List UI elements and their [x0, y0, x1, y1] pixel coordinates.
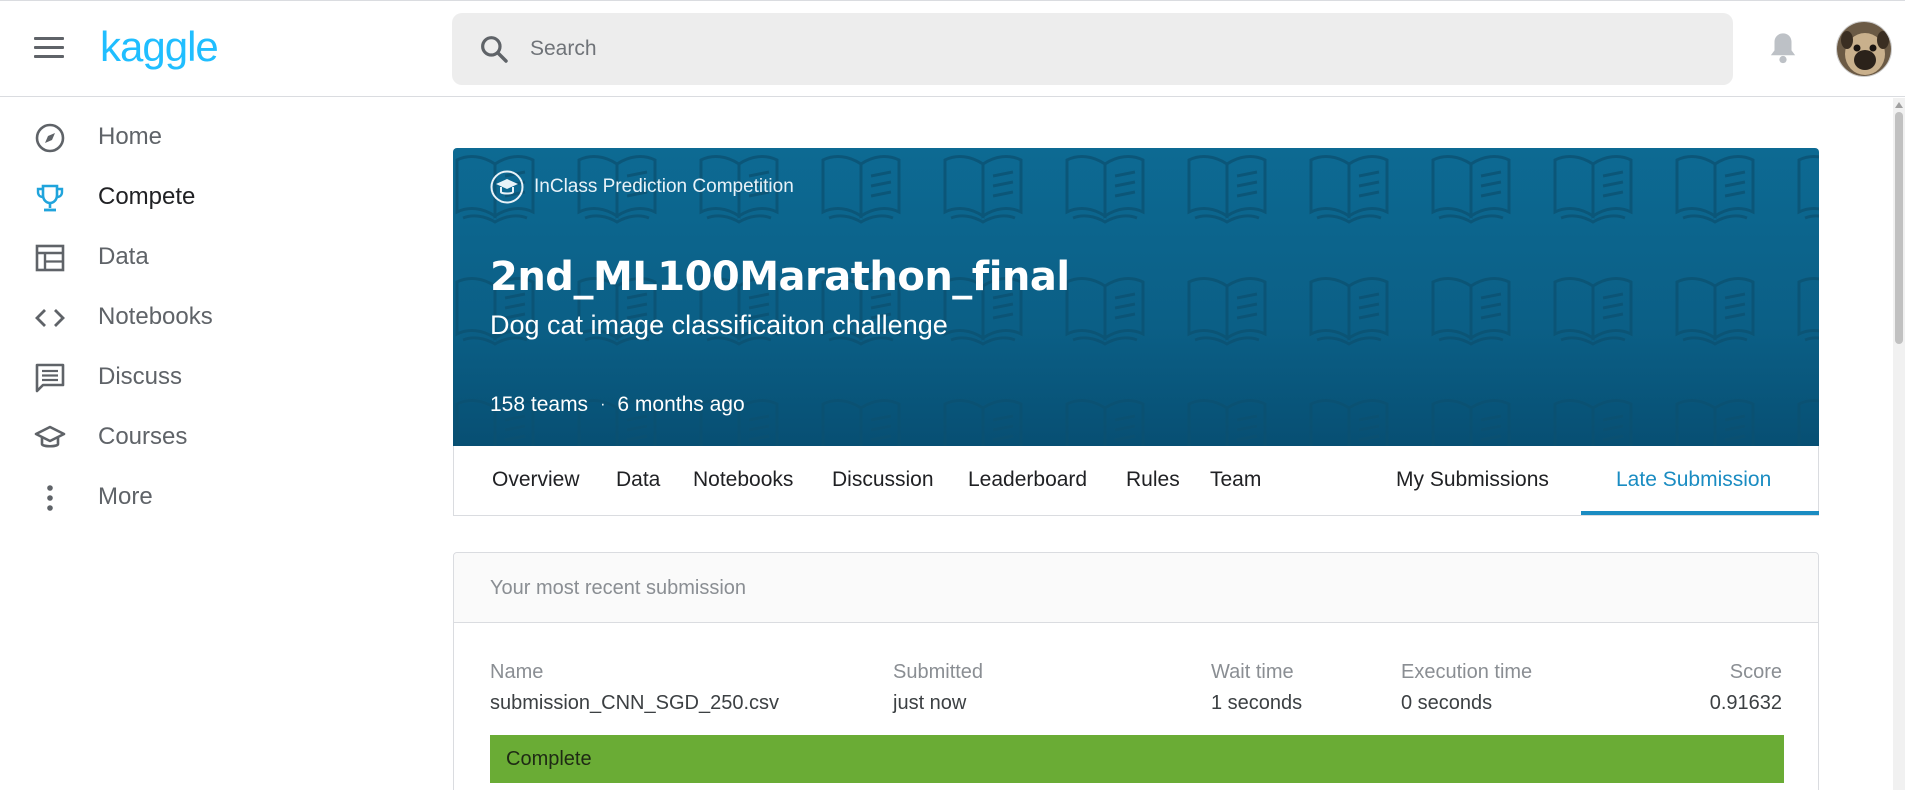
table-icon [35, 244, 65, 272]
column-label: Submitted [893, 661, 984, 683]
search-bar[interactable] [452, 13, 1733, 85]
user-avatar[interactable] [1836, 21, 1892, 77]
teams-count: 158 teams [490, 393, 589, 416]
card-header: Your most recent submission [454, 553, 1818, 623]
status-text: Complete [506, 748, 592, 770]
menu-icon[interactable] [34, 37, 64, 59]
sidebar-item-label: More [98, 483, 153, 510]
column-label: Name [490, 661, 544, 683]
submitted-column: Submitted just now [893, 661, 983, 715]
more-vert-icon [47, 485, 53, 511]
graduation-cap-icon [490, 170, 524, 204]
wait-time-column: Wait time 1 seconds [1211, 661, 1302, 715]
graduation-cap-icon [34, 425, 66, 448]
submission-filename: submission_CNN_SGD_250.csv [490, 692, 780, 714]
card-title: Your most recent submission [490, 577, 747, 599]
submission-name-column: Name submission_CNN_SGD_250.csv [490, 661, 779, 715]
notifications-bell-icon[interactable] [1768, 31, 1798, 65]
tab-data[interactable]: Data [616, 446, 660, 515]
search-input[interactable] [530, 27, 1710, 71]
kaggle-logo[interactable]: kaggle [100, 23, 219, 71]
tab-discussion[interactable]: Discussion [832, 446, 934, 515]
sidebar-item-label: Home [98, 123, 163, 150]
trophy-icon [36, 184, 64, 212]
page-scrollbar[interactable] [1893, 98, 1905, 790]
active-tab-indicator [1581, 511, 1819, 515]
tab-leaderboard[interactable]: Leaderboard [968, 446, 1087, 515]
search-icon [481, 36, 508, 63]
column-label: Score [1729, 661, 1782, 683]
sidebar-item-label: Notebooks [98, 303, 213, 330]
competition-tabs: Overview Data Notebooks Discussion Leade… [453, 446, 1819, 516]
tab-notebooks[interactable]: Notebooks [693, 446, 793, 515]
tab-late-submission[interactable]: Late Submission [1616, 446, 1771, 515]
sidebar: Home Compete Data Notebooks Discuss Cour… [0, 98, 420, 527]
execution-time-column: Execution time 0 seconds [1401, 661, 1532, 715]
meta-separator: · [600, 396, 606, 413]
sidebar-item-notebooks[interactable]: Notebooks [0, 287, 420, 347]
code-icon [35, 309, 65, 327]
execution-time-value: 0 seconds [1401, 692, 1493, 714]
sidebar-item-label: Compete [98, 183, 196, 210]
submitted-value: just now [893, 692, 967, 714]
sidebar-item-label: Data [98, 243, 149, 270]
tab-my-submissions[interactable]: My Submissions [1396, 446, 1549, 515]
competition-age: 6 months ago [617, 393, 745, 416]
competition-type: InClass Prediction Competition [534, 176, 794, 197]
column-label: Wait time [1211, 661, 1294, 683]
sidebar-item-label: Discuss [98, 363, 183, 390]
competition-title: 2nd_ML100Marathon_final [490, 254, 1070, 300]
top-bar: kaggle [0, 0, 1905, 97]
comment-icon [35, 363, 65, 393]
status-bar: Complete [490, 735, 1784, 783]
column-label: Execution time [1401, 661, 1533, 683]
competition-subtitle: Dog cat image classificaiton challenge [490, 310, 948, 340]
compass-icon [35, 123, 65, 153]
tab-overview[interactable]: Overview [492, 446, 580, 515]
sidebar-item-discuss[interactable]: Discuss [0, 347, 420, 407]
competition-meta: 158 teams · 6 months ago [490, 393, 745, 417]
sidebar-item-compete[interactable]: Compete [0, 167, 420, 227]
sidebar-item-data[interactable]: Data [0, 227, 420, 287]
tab-team[interactable]: Team [1210, 446, 1261, 515]
sidebar-item-courses[interactable]: Courses [0, 407, 420, 467]
competition-type-badge: InClass Prediction Competition [490, 170, 794, 204]
scroll-up-arrow-icon[interactable] [1895, 102, 1903, 108]
sidebar-item-more[interactable]: More [0, 467, 420, 527]
wait-time-value: 1 seconds [1211, 692, 1303, 714]
sidebar-item-label: Courses [98, 423, 188, 450]
score-value: 0.91632 [1709, 692, 1782, 714]
score-column: Score 0.91632 [1710, 661, 1782, 715]
competition-header: InClass Prediction Competition 2nd_ML100… [453, 148, 1819, 446]
tab-rules[interactable]: Rules [1126, 446, 1180, 515]
recent-submission-card: Your most recent submission Name submiss… [453, 552, 1819, 790]
scrollbar-thumb[interactable] [1895, 112, 1903, 344]
sidebar-item-home[interactable]: Home [0, 107, 420, 167]
